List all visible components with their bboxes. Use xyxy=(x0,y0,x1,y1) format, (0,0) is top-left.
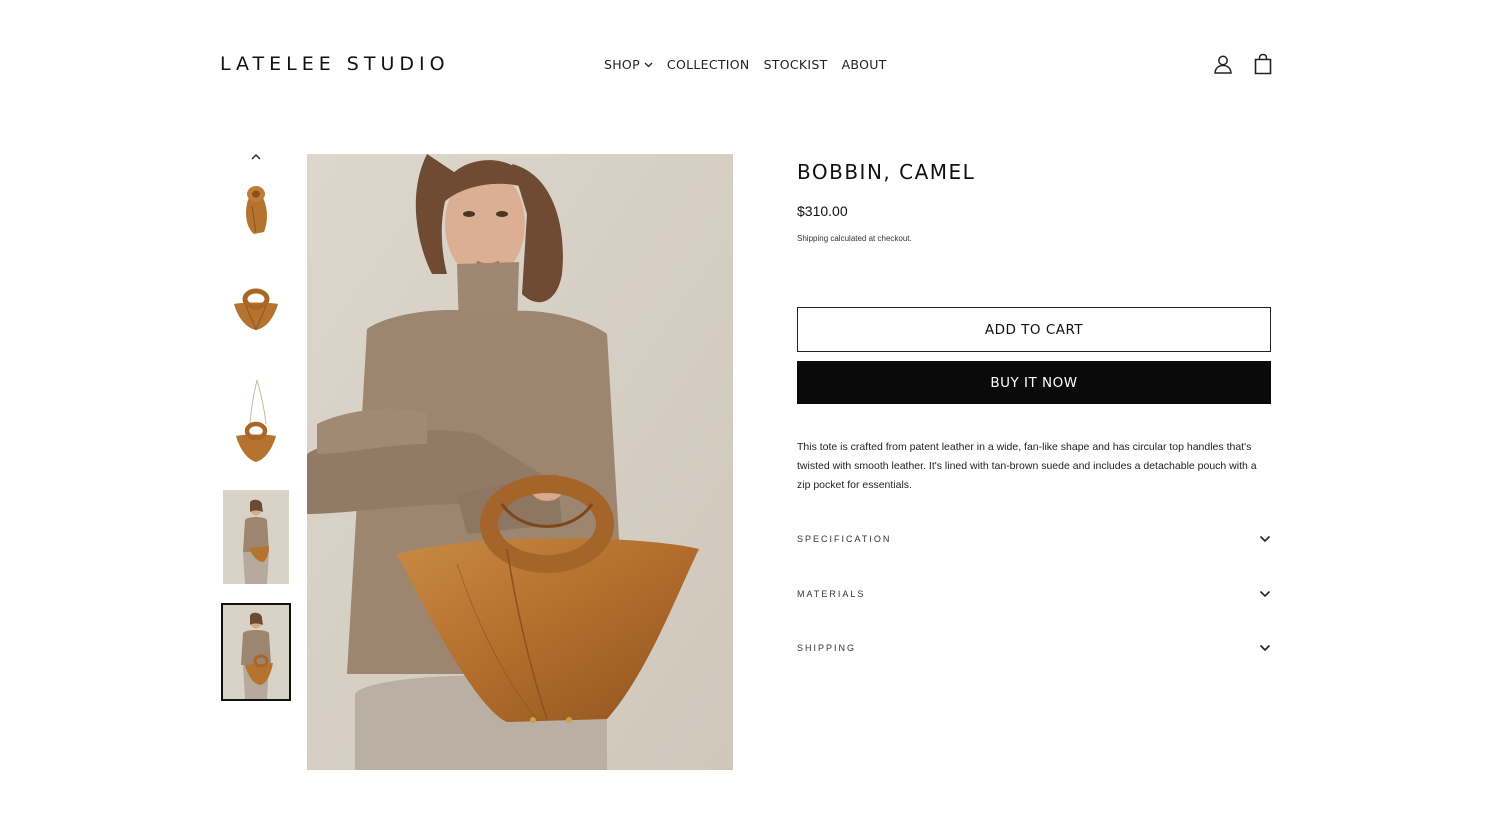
accordion-shipping[interactable]: SHIPPING xyxy=(797,638,1271,658)
thumbnail-model[interactable] xyxy=(223,490,289,584)
chevron-down-icon xyxy=(1259,530,1271,548)
thumbnail-bag-side[interactable] xyxy=(232,172,280,244)
add-to-cart-button[interactable]: ADD TO CART xyxy=(797,307,1271,352)
brand-logo[interactable]: LATELEE STUDIO xyxy=(220,53,450,75)
nav-item-label: SHOP xyxy=(604,57,640,72)
account-icon[interactable] xyxy=(1212,53,1234,75)
accordion-materials[interactable]: MATERIALS xyxy=(797,584,1271,604)
product-price: $310.00 xyxy=(797,203,848,219)
main-nav: SHOP COLLECTION STOCKIST ABOUT xyxy=(604,57,887,72)
cart-icon[interactable] xyxy=(1252,53,1274,75)
thumbnail-bag-front[interactable] xyxy=(228,280,284,340)
nav-item-shop[interactable]: SHOP xyxy=(604,57,653,72)
nav-item-about[interactable]: ABOUT xyxy=(842,57,887,72)
nav-item-collection[interactable]: COLLECTION xyxy=(667,57,750,72)
chevron-down-icon xyxy=(1259,639,1271,657)
accordion-label: MATERIALS xyxy=(797,589,866,599)
chevron-down-icon xyxy=(1259,585,1271,603)
accordion-specification[interactable]: SPECIFICATION xyxy=(797,529,1271,549)
nav-item-label: STOCKIST xyxy=(763,57,828,72)
thumbnail-model-selected[interactable] xyxy=(221,603,291,701)
product-title: BOBBIN, CAMEL xyxy=(797,160,976,184)
header-icons xyxy=(1212,53,1274,75)
accordion-label: SPECIFICATION xyxy=(797,534,892,544)
nav-item-stockist[interactable]: STOCKIST xyxy=(764,57,828,72)
product-description: This tote is crafted from patent leather… xyxy=(797,441,1257,491)
shipping-note: Shipping calculated at checkout. xyxy=(797,234,912,243)
chevron-down-icon xyxy=(644,62,653,68)
main-product-image[interactable] xyxy=(307,154,733,770)
thumbnail-bag-strap[interactable] xyxy=(230,378,282,466)
nav-item-label: ABOUT xyxy=(841,57,887,72)
buy-it-now-button[interactable]: BUY IT NOW xyxy=(797,361,1271,404)
accordion-label: SHIPPING xyxy=(797,643,857,653)
nav-item-label: COLLECTION xyxy=(666,57,750,72)
site-header: LATELEE STUDIO SHOP COLLECTION STOCKIST … xyxy=(0,0,1492,130)
chevron-up-icon[interactable] xyxy=(248,150,264,164)
